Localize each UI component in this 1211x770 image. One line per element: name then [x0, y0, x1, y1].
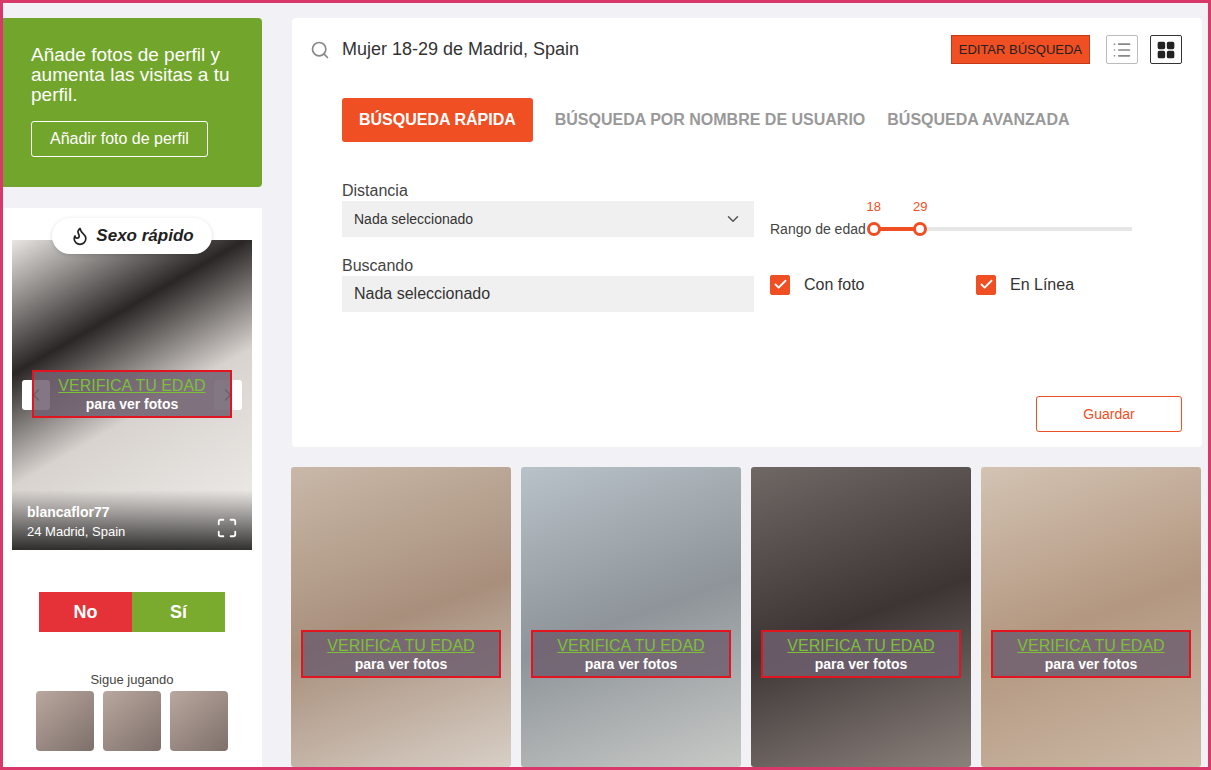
search-bar: Mujer 18-29 de Madrid, Spain EDITAR BÚSQU…	[310, 35, 1182, 64]
thumbnail[interactable]	[170, 691, 228, 751]
list-view-button[interactable]	[1106, 35, 1138, 64]
result-card[interactable]: VERIFICA TU EDADpara ver fotos	[291, 467, 511, 767]
looking-field: BuscandoNada seleccionado	[342, 257, 754, 312]
result-card[interactable]: VERIFICA TU EDADpara ver fotos	[521, 467, 741, 767]
looking-label: Buscando	[342, 257, 754, 275]
distance-field: DistanciaNada seleccionado	[342, 182, 754, 237]
sidebar: Añade fotos de perfil y aumenta las visi…	[3, 18, 262, 767]
distance-select[interactable]: Nada seleccionado	[342, 201, 754, 237]
filters: DistanciaNada seleccionadoRango de edad1…	[342, 182, 1132, 312]
verify-note: para ver fotos	[767, 656, 955, 673]
verify-age-link[interactable]: VERIFICA TU EDAD	[38, 376, 226, 395]
grid-icon	[1156, 40, 1176, 60]
add-photo-button[interactable]: Añadir foto de perfil	[31, 121, 208, 157]
thumbnail[interactable]	[103, 691, 161, 751]
quick-game-title: Sexo rápido	[52, 218, 211, 254]
distance-label: Distancia	[342, 182, 754, 200]
filter-checkbox[interactable]: En Línea	[976, 275, 1132, 295]
expand-icon[interactable]	[216, 517, 238, 539]
search-tab[interactable]: BÚSQUEDA RÁPIDA	[342, 98, 533, 142]
verify-age-link[interactable]: VERIFICA TU EDAD	[307, 636, 495, 655]
promo-text: Añade fotos de perfil y aumenta las visi…	[31, 45, 240, 105]
age-min-value: 18	[859, 199, 889, 214]
age-min-handle[interactable]	[867, 222, 881, 236]
looking-select[interactable]: Nada seleccionado	[342, 276, 754, 312]
age-range: Rango de edad1829	[770, 182, 1132, 237]
search-query: Mujer 18-29 de Madrid, Spain	[342, 39, 939, 60]
verify-overlay: VERIFICA TU EDADpara ver fotos	[531, 630, 731, 678]
verify-overlay: VERIFICA TU EDADpara ver fotos	[301, 630, 501, 678]
list-icon	[1112, 40, 1132, 60]
keep-playing-label: Sigue jugando	[90, 672, 173, 687]
verify-note: para ver fotos	[38, 396, 226, 413]
profile-info: blancaflor77 24 Madrid, Spain	[12, 490, 252, 550]
search-tab[interactable]: BÚSQUEDA AVANZADA	[887, 98, 1069, 142]
age-max-handle[interactable]	[913, 222, 927, 236]
verify-age-link[interactable]: VERIFICA TU EDAD	[767, 636, 955, 655]
quick-game-card: Sexo rápidoVERIFICA TU EDADpara ver foto…	[3, 208, 262, 767]
photo-promo: Añade fotos de perfil y aumenta las visi…	[3, 18, 262, 187]
age-slider[interactable]: 1829	[874, 227, 1132, 231]
vote-buttons: NoSí	[39, 592, 225, 632]
search-icon	[310, 40, 330, 60]
age-max-value: 29	[905, 199, 935, 214]
edit-search-button[interactable]: EDITAR BÚSQUEDA	[951, 35, 1090, 64]
verify-age-link[interactable]: VERIFICA TU EDAD	[537, 636, 725, 655]
results-grid: VERIFICA TU EDADpara ver fotosVERIFICA T…	[291, 467, 1202, 767]
check-icon	[979, 277, 994, 292]
thumbnail-row	[36, 691, 228, 751]
verify-note: para ver fotos	[537, 656, 725, 673]
game-logo-icon	[70, 226, 90, 246]
search-tab[interactable]: BÚSQUEDA POR NOMBRE DE USUARIO	[555, 98, 866, 142]
vote-yes-button[interactable]: Sí	[132, 592, 225, 632]
search-tabs: BÚSQUEDA RÁPIDA BÚSQUEDA POR NOMBRE DE US…	[342, 98, 1182, 142]
result-card[interactable]: VERIFICA TU EDADpara ver fotos	[751, 467, 971, 767]
checkbox[interactable]	[976, 275, 996, 295]
verify-overlay: VERIFICA TU EDADpara ver fotos	[761, 630, 961, 678]
check-icon	[773, 277, 788, 292]
thumbnail[interactable]	[36, 691, 94, 751]
age-range-label: Rango de edad	[770, 221, 866, 237]
verify-note: para ver fotos	[997, 656, 1185, 673]
username: blancaflor77	[27, 504, 125, 520]
verify-age-link[interactable]: VERIFICA TU EDAD	[997, 636, 1185, 655]
chevron-down-icon	[724, 210, 742, 228]
profile-photo[interactable]: VERIFICA TU EDADpara ver fotos blancaflor…	[12, 240, 252, 550]
result-card[interactable]: VERIFICA TU EDADpara ver fotos	[981, 467, 1201, 767]
search-card: Mujer 18-29 de Madrid, Spain EDITAR BÚSQU…	[292, 18, 1202, 447]
user-details: 24 Madrid, Spain	[27, 524, 125, 539]
verify-overlay: VERIFICA TU EDADpara ver fotos	[991, 630, 1191, 678]
save-button[interactable]: Guardar	[1036, 396, 1182, 432]
filter-checkbox[interactable]: Con foto	[770, 275, 976, 295]
checkbox[interactable]	[770, 275, 790, 295]
checkbox-row: Con fotoEn Línea	[770, 257, 1132, 312]
verify-overlay: VERIFICA TU EDADpara ver fotos	[32, 370, 232, 418]
vote-no-button[interactable]: No	[39, 592, 132, 632]
grid-view-button[interactable]	[1150, 35, 1182, 64]
verify-note: para ver fotos	[307, 656, 495, 673]
page: Añade fotos de perfil y aumenta las visi…	[0, 0, 1211, 770]
main: Mujer 18-29 de Madrid, Spain EDITAR BÚSQU…	[292, 18, 1202, 767]
